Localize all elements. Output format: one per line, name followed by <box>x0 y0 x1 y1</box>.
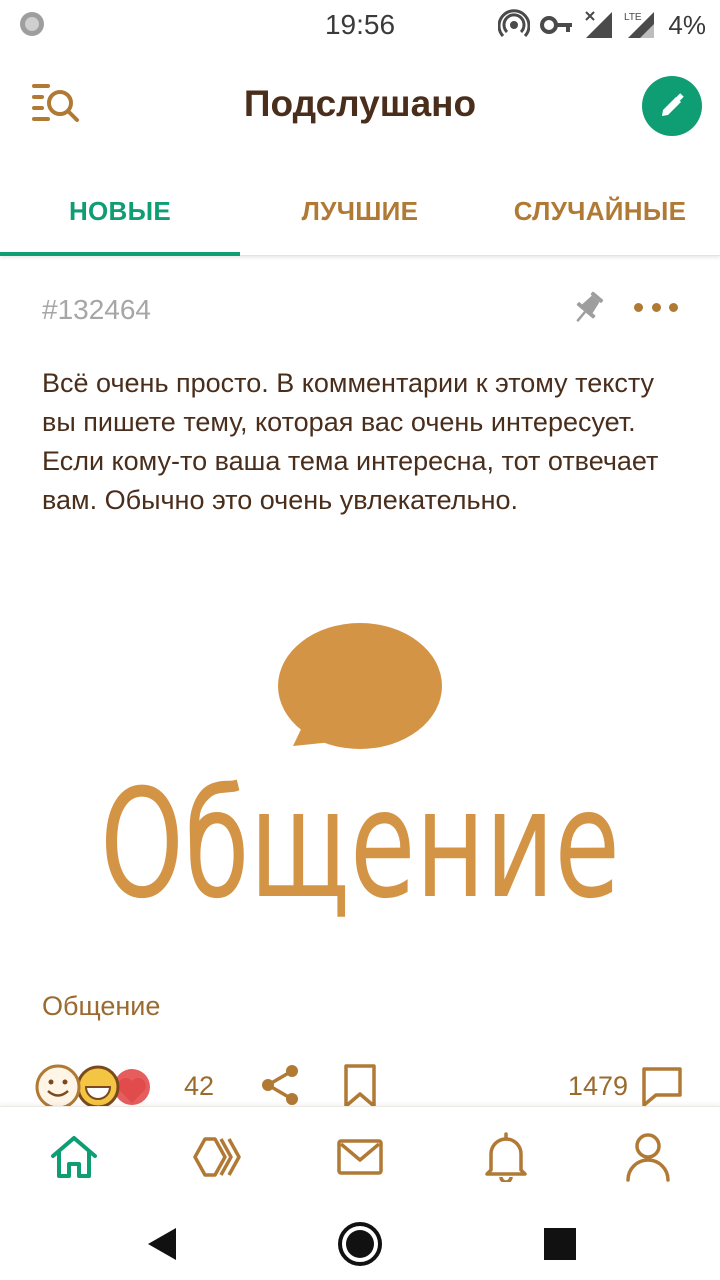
system-navigation <box>0 1206 720 1280</box>
feed-arrows-icon <box>193 1137 241 1177</box>
mail-icon <box>337 1139 383 1175</box>
post-actions: 42 1479 <box>0 1061 720 1111</box>
app-bar: Подслушано <box>0 50 720 160</box>
profile-icon <box>626 1133 670 1182</box>
signal-lte-icon: LTE <box>624 12 655 38</box>
more-dot <box>669 302 678 312</box>
nav-feed[interactable] <box>189 1131 245 1183</box>
status-bar: 19:56 LTE 4% <box>0 0 720 50</box>
more-options-button[interactable] <box>634 292 678 322</box>
svg-text:LTE: LTE <box>624 12 642 23</box>
back-button[interactable] <box>138 1220 186 1268</box>
circle-home-icon <box>338 1222 382 1266</box>
nav-messages[interactable] <box>332 1131 388 1183</box>
app-title: Подслушано <box>243 83 477 124</box>
tab-bar: НОВЫЕ ЛУЧШИЕ СЛУЧАЙНЫЕ <box>0 160 720 256</box>
post-tag[interactable]: Общение <box>42 991 160 1022</box>
nav-home[interactable] <box>46 1131 102 1183</box>
vpn-key-icon <box>540 16 573 34</box>
reactions-icon[interactable] <box>34 1063 170 1111</box>
more-dot <box>651 302 661 312</box>
share-icon[interactable] <box>258 1063 302 1107</box>
more-dot <box>634 302 643 312</box>
edit-icon <box>662 93 684 116</box>
bottom-navigation <box>0 1106 720 1206</box>
square-recents-icon <box>544 1228 576 1260</box>
bell-icon <box>485 1132 527 1182</box>
like-count: 42 <box>184 1071 215 1101</box>
nav-notifications[interactable] <box>478 1131 534 1183</box>
tab-random[interactable]: СЛУЧАЙНЫЕ <box>480 196 720 227</box>
post-card: #132464 Всё очень просто. В комментарии … <box>0 256 720 1110</box>
hotspot-icon <box>498 9 531 38</box>
battery-level: 4% <box>668 9 706 40</box>
comment-icon[interactable] <box>640 1065 684 1109</box>
recents-button[interactable] <box>536 1220 584 1268</box>
post-text: Всё очень просто. В комментарии к этому … <box>42 368 659 515</box>
compose-button[interactable] <box>642 76 702 136</box>
image-word: Общение <box>100 758 620 932</box>
home-system-button[interactable] <box>336 1220 384 1268</box>
comment-count: 1479 <box>567 1071 628 1101</box>
tab-new[interactable]: НОВЫЕ <box>0 196 240 227</box>
bookmark-icon[interactable] <box>340 1063 380 1109</box>
pin-icon[interactable] <box>568 288 608 328</box>
tab-best[interactable]: ЛУЧШИЕ <box>240 196 480 227</box>
post-image[interactable]: Общение <box>80 596 640 946</box>
post-id: #132464 <box>42 294 152 325</box>
signal-x-icon <box>585 11 613 38</box>
status-icons: LTE 4% <box>498 8 706 42</box>
nav-profile[interactable] <box>620 1131 676 1183</box>
back-icon <box>148 1228 176 1260</box>
home-icon <box>51 1136 97 1178</box>
